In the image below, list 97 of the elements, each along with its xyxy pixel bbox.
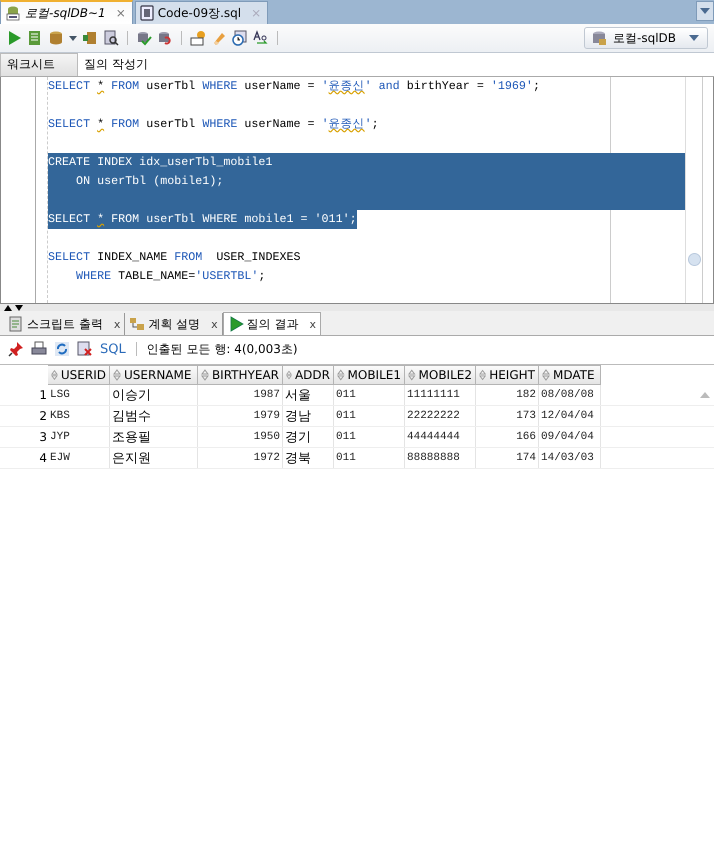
table-cell-text: 조용필 (112, 429, 151, 446)
table-cell: 08/08/08 (541, 389, 594, 401)
code-line: CREATE INDEX idx_userTbl_mobile1 (48, 154, 272, 171)
tree-icon (129, 316, 146, 332)
search-icon[interactable] (103, 30, 119, 46)
table-cell: 011 (336, 431, 356, 443)
table-cell-text: 경남 (285, 408, 311, 425)
close-icon[interactable]: x (310, 318, 316, 330)
column-header[interactable]: MDATE (539, 365, 601, 385)
eraser-icon[interactable] (211, 30, 227, 46)
table-cell: 182 (516, 389, 536, 401)
row-number: 4 (39, 451, 47, 465)
table-cell: 1972 (254, 452, 280, 464)
code-line: SELECT INDEX_NAME FROM USER_INDEXES (48, 249, 301, 266)
column-header[interactable]: MOBILE2 (405, 365, 476, 385)
column-header[interactable]: HEIGHT (476, 365, 539, 385)
sort-icon[interactable] (113, 369, 121, 381)
table-cell: EJW (50, 452, 70, 464)
sort-icon[interactable] (542, 369, 550, 381)
table-cell-text: 이승기 (112, 387, 151, 404)
table-cell: 1987 (254, 389, 280, 401)
table-cell: KBS (50, 410, 70, 422)
sql-link[interactable]: SQL (100, 342, 126, 356)
pin-icon[interactable] (8, 341, 24, 357)
table-cell-text: 서울 (285, 387, 311, 404)
code-line: ON userTbl (mobile1); (75, 173, 224, 190)
table-cell: 1979 (254, 410, 280, 422)
refresh-icon[interactable] (54, 341, 70, 357)
clock-icon[interactable] (232, 30, 248, 46)
table-cell: 011 (336, 452, 356, 464)
code-line: SELECT * FROM userTbl WHERE userName = '윤종신' and birthYear = '1969'; (48, 78, 540, 95)
worksheet-tab[interactable]: 질의 작성기 (78, 54, 154, 76)
connection-dropdown[interactable]: 로컬-sqlDB (584, 27, 708, 49)
table-cell: JYP (50, 431, 70, 443)
sort-icon[interactable] (286, 369, 292, 381)
code-line: WHERE TABLE_NAME='USERTBL'; (75, 268, 266, 285)
output-tab[interactable]: 스크립트 출력 x (4, 313, 126, 335)
table-cell: 44444444 (407, 431, 460, 443)
row-number: 1 (39, 388, 47, 402)
column-header[interactable]: USERID (48, 365, 110, 385)
column-header[interactable]: BIRTHYEAR (198, 365, 283, 385)
run-icon[interactable] (6, 30, 22, 46)
row-number: 3 (39, 430, 47, 444)
table-cell: 011 (336, 410, 356, 422)
editor-tab[interactable]: Code-09장.sql × (134, 1, 268, 24)
script-icon (8, 316, 24, 332)
table-cell-text: 경기 (285, 429, 311, 446)
table-cell: 14/03/03 (541, 452, 594, 464)
database-sql-icon (5, 5, 21, 21)
script-icon[interactable] (27, 30, 43, 46)
close-icon[interactable]: × (116, 6, 126, 20)
rollback-icon[interactable] (157, 30, 173, 46)
text-case-icon[interactable] (253, 30, 269, 46)
output-tab[interactable]: 계획 설명 x (125, 313, 223, 335)
sort-icon[interactable] (201, 369, 209, 381)
column-header[interactable]: USERNAME (110, 365, 198, 385)
sort-icon[interactable] (51, 369, 58, 381)
commit-icon[interactable] (136, 30, 152, 46)
caret-icon (700, 8, 710, 14)
table-cell: 173 (516, 410, 536, 422)
output-tab[interactable]: 질의 결과 x (222, 312, 322, 335)
document-icon (140, 5, 154, 21)
close-icon[interactable]: x (211, 318, 218, 330)
row-number: 2 (39, 409, 47, 423)
status-text: 인출된 모든 행: 4(0,003초) (146, 340, 298, 358)
database-icon[interactable] (48, 30, 64, 46)
database-icon (591, 30, 607, 46)
tab-menu-button[interactable] (696, 1, 714, 21)
sort-icon[interactable] (479, 369, 486, 381)
column-header[interactable]: MOBILE1 (334, 365, 405, 385)
table-cell-text: 경북 (285, 450, 311, 467)
code-line: SELECT * FROM userTbl WHERE userName = '윤종신'; (48, 116, 379, 133)
caret-icon[interactable] (69, 36, 77, 40)
table-cell: LSG (50, 389, 70, 401)
close-icon[interactable]: x (114, 318, 120, 330)
table-cell: 11111111 (407, 389, 460, 401)
run-icon (228, 316, 244, 332)
editor-tab[interactable]: 로컬-sqlDB~1 × (0, 0, 133, 24)
table-cell-text: 은지원 (112, 450, 151, 467)
table-cell: 09/04/04 (541, 431, 594, 443)
table-cell: 1950 (254, 431, 280, 443)
caret-icon (689, 35, 699, 41)
table-cell-text: 김범수 (112, 408, 151, 425)
table-cell: 174 (516, 452, 536, 464)
table-cell: 88888888 (407, 452, 460, 464)
table-cell: 22222222 (407, 410, 460, 422)
print-icon[interactable] (31, 341, 47, 357)
column-header[interactable]: ADDR (283, 365, 334, 385)
code-editor[interactable] (47, 77, 685, 303)
table-cell: 12/04/04 (541, 410, 594, 422)
table-cell: 011 (336, 389, 356, 401)
delete-icon[interactable] (77, 341, 93, 357)
sort-icon[interactable] (337, 369, 345, 381)
worksheet-tab[interactable]: 워크시트 (0, 53, 78, 76)
table-cell: 166 (516, 431, 536, 443)
collapse-arrows-icon[interactable] (3, 304, 25, 312)
sort-icon[interactable] (408, 369, 416, 381)
